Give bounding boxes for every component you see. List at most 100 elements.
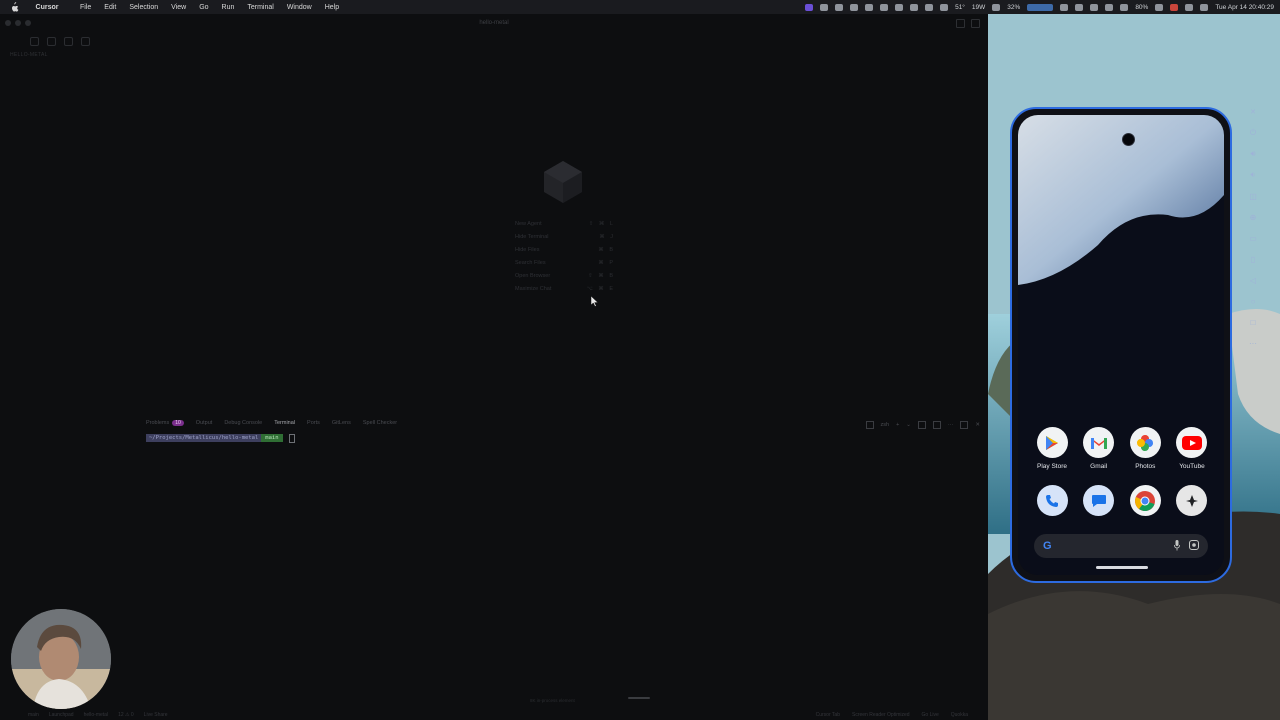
status-quokka[interactable]: Quokka: [951, 712, 968, 718]
status-problems[interactable]: 12 ⚠ 0: [118, 712, 134, 718]
status-go-live[interactable]: Go Live: [922, 712, 939, 718]
menubar-clock[interactable]: Tue Apr 14 20:40:29: [1215, 4, 1274, 11]
more-options-icon[interactable]: ···: [1247, 337, 1259, 349]
tray-icon[interactable]: [820, 3, 829, 11]
menu-view[interactable]: View: [171, 4, 186, 11]
phone-home-screen[interactable]: Play Store Gmail Photos YouTube G: [1018, 115, 1224, 575]
home-icon[interactable]: ○: [1247, 295, 1259, 307]
trash-icon[interactable]: [932, 421, 941, 429]
extensions-icon[interactable]: [81, 37, 90, 46]
app-chrome[interactable]: [1125, 485, 1165, 516]
minimize-window-button[interactable]: [15, 20, 21, 26]
network-percent[interactable]: 32%: [1007, 4, 1020, 11]
shortcut-row[interactable]: Hide Files ⌘ B: [515, 243, 615, 256]
screen-record-icon[interactable]: [805, 3, 814, 11]
gesture-nav-pill[interactable]: [1096, 566, 1148, 569]
app-youtube[interactable]: YouTube: [1172, 427, 1212, 470]
volume-down-icon[interactable]: 🔉︎: [1247, 169, 1259, 181]
tray-icon[interactable]: [910, 3, 919, 11]
app-custom[interactable]: [1172, 485, 1212, 516]
toggle-panel-icon[interactable]: [956, 19, 965, 28]
volume-up-icon[interactable]: 🔊︎: [1247, 148, 1259, 160]
shortcut-row[interactable]: Search Files ⌘ P: [515, 256, 615, 269]
tab-debug-console[interactable]: Debug Console: [224, 420, 262, 426]
control-center-icon[interactable]: [1200, 3, 1209, 11]
tray-icon[interactable]: [895, 3, 904, 11]
tab-terminal[interactable]: Terminal: [274, 420, 295, 426]
menu-selection[interactable]: Selection: [129, 4, 158, 11]
tray-icon[interactable]: [865, 3, 874, 11]
status-project[interactable]: hello-metal: [84, 712, 108, 718]
more-actions-icon[interactable]: ···: [948, 422, 954, 428]
back-icon[interactable]: ◁: [1247, 274, 1259, 286]
google-search-bar[interactable]: G: [1034, 534, 1208, 558]
microphone-icon[interactable]: [1174, 540, 1180, 551]
app-phone[interactable]: [1032, 485, 1072, 516]
wifi-icon[interactable]: [1120, 3, 1129, 11]
tray-icon[interactable]: [1170, 3, 1179, 11]
menu-terminal[interactable]: Terminal: [247, 4, 273, 11]
weather-icon[interactable]: [940, 3, 949, 11]
toggle-sidebar-icon[interactable]: [971, 19, 980, 28]
menu-window[interactable]: Window: [287, 4, 312, 11]
tab-problems[interactable]: Problems 10: [146, 420, 184, 426]
menu-go[interactable]: Go: [199, 4, 208, 11]
battery-icon[interactable]: [1155, 3, 1164, 11]
cpu-graph-icon[interactable]: [1027, 3, 1054, 11]
screenshot-icon[interactable]: ◫: [1247, 190, 1259, 202]
close-panel-icon[interactable]: ✕: [975, 422, 980, 428]
tray-icon[interactable]: [835, 3, 844, 11]
shell-name[interactable]: zsh: [881, 422, 890, 428]
chevron-down-icon[interactable]: ⌄: [906, 422, 911, 428]
wattage-text[interactable]: 19W: [972, 4, 985, 11]
menu-file[interactable]: File: [80, 4, 91, 11]
network-graph-icon[interactable]: [992, 3, 1001, 11]
search-icon[interactable]: [30, 37, 39, 46]
overview-icon[interactable]: □: [1247, 316, 1259, 328]
status-launchpad[interactable]: Launchpad: [49, 712, 74, 718]
rotate-right-icon[interactable]: ▯: [1247, 253, 1259, 265]
tray-icon[interactable]: [925, 3, 934, 11]
menu-run[interactable]: Run: [222, 4, 235, 11]
tab-ports[interactable]: Ports: [307, 420, 320, 426]
rotate-left-icon[interactable]: ▭: [1247, 232, 1259, 244]
scroll-handle[interactable]: [628, 697, 650, 699]
power-icon[interactable]: ⏻: [1247, 127, 1259, 139]
menu-edit[interactable]: Edit: [104, 4, 116, 11]
tray-icon[interactable]: [850, 3, 859, 11]
zoom-window-button[interactable]: [25, 20, 31, 26]
tab-gitlens[interactable]: GitLens: [332, 420, 351, 426]
tray-icon[interactable]: [1090, 3, 1099, 11]
menu-app-name[interactable]: Cursor: [27, 4, 67, 11]
weather-text[interactable]: 51°: [955, 4, 965, 11]
bluetooth-icon[interactable]: [1075, 3, 1084, 11]
explorer-folder-label[interactable]: HELLO-METAL: [10, 52, 48, 58]
status-cursor-tab[interactable]: Cursor Tab: [816, 712, 840, 718]
tray-icon[interactable]: [1060, 3, 1069, 11]
apple-menu-icon[interactable]: [9, 2, 19, 12]
google-lens-icon[interactable]: [1189, 540, 1199, 550]
status-screen-reader[interactable]: Screen Reader Optimized: [852, 712, 910, 718]
menu-help[interactable]: Help: [325, 4, 339, 11]
app-play-store[interactable]: Play Store: [1032, 427, 1072, 470]
shortcut-row[interactable]: Hide Terminal ⌘ J: [515, 230, 615, 243]
branch-icon[interactable]: [64, 37, 73, 46]
shortcut-row[interactable]: New Agent ⇧ ⌘ L: [515, 217, 615, 230]
tab-spell-checker[interactable]: Spell Checker: [363, 420, 397, 426]
close-icon[interactable]: ✕: [1247, 106, 1259, 118]
tray-icon[interactable]: [1105, 3, 1114, 11]
app-messages[interactable]: [1079, 485, 1119, 516]
battery-percent[interactable]: 80%: [1135, 4, 1148, 11]
terminal-prompt[interactable]: ~/Projects/Metallicus/hello-metal main: [146, 433, 295, 443]
source-control-icon[interactable]: [47, 37, 56, 46]
split-terminal-icon[interactable]: [917, 421, 926, 429]
close-window-button[interactable]: [5, 20, 11, 26]
shortcut-row[interactable]: Maximize Chat ⌥ ⌘ E: [515, 282, 615, 295]
new-terminal-icon[interactable]: +: [896, 422, 899, 428]
zoom-icon[interactable]: ⊕: [1247, 211, 1259, 223]
status-branch[interactable]: main: [28, 712, 39, 718]
status-live-share[interactable]: Live Share: [144, 712, 168, 718]
app-photos[interactable]: Photos: [1125, 427, 1165, 470]
tray-icon[interactable]: [880, 3, 889, 11]
shortcut-row[interactable]: Open Browser ⇧ ⌘ B: [515, 269, 615, 282]
